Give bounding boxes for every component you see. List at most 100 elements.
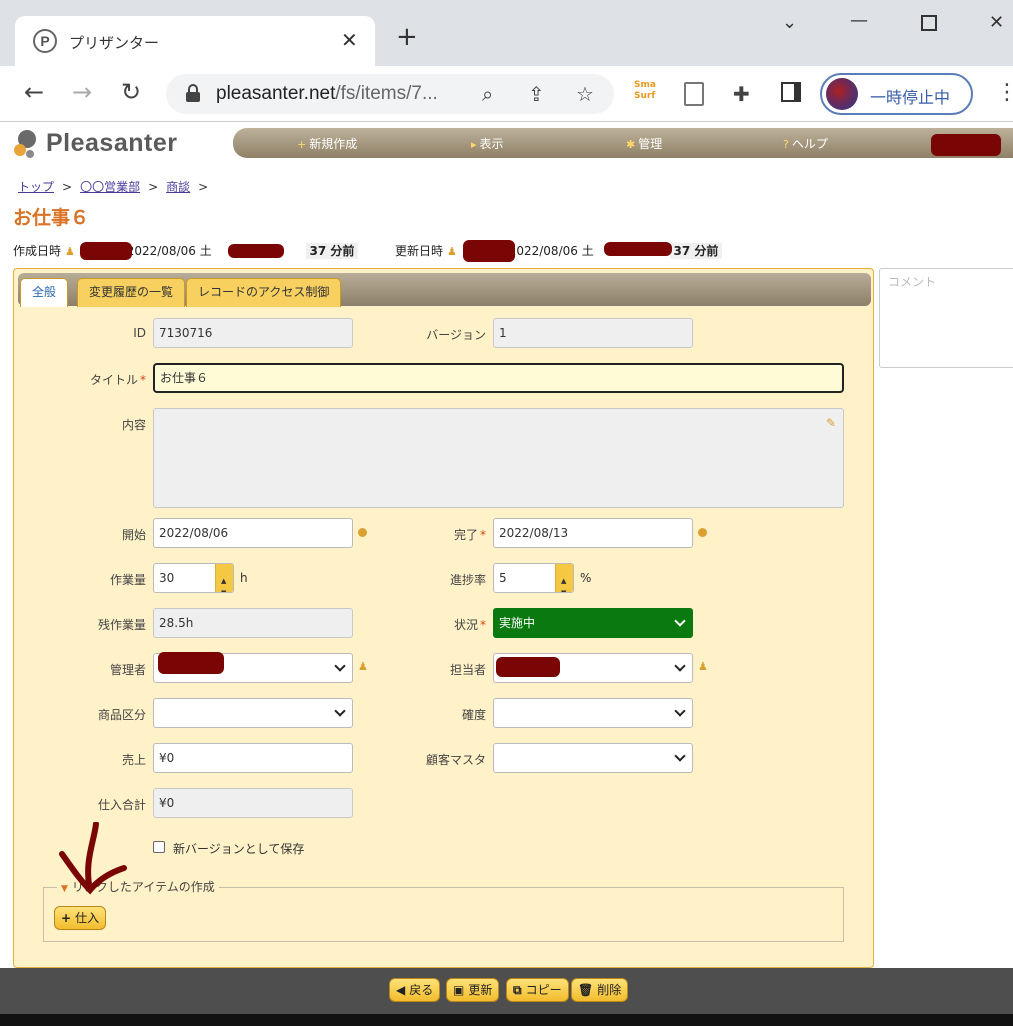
new-version-label[interactable]: 新バージョンとして保存 [173, 840, 304, 857]
work-value: 30 [159, 571, 175, 585]
clock-icon[interactable] [698, 528, 707, 537]
version-field: 1 [493, 318, 693, 348]
clock-icon[interactable] [358, 528, 367, 537]
work-spinner-icon[interactable]: ▲ ▼ [215, 564, 233, 592]
back-arrow-icon[interactable]: ← [24, 80, 44, 104]
created-info: 作成日時 ♟ 2022/08/06 土 37 分前 [13, 242, 359, 259]
certainty-label: 確度 [461, 708, 486, 722]
profile-avatar [826, 78, 858, 110]
zoom-icon[interactable]: ⌕ [482, 82, 493, 106]
notes-extension-icon[interactable] [684, 82, 704, 106]
extensions-puzzle-icon[interactable]: ✚ [733, 82, 757, 106]
breadcrumb-deals[interactable]: 商談 [166, 180, 190, 194]
redacted-updated-time [604, 242, 672, 256]
title-input[interactable]: お仕事６ [153, 363, 844, 393]
breadcrumb: トップ > 〇〇営業部 > 商談 > [18, 180, 209, 194]
user-icon[interactable]: ♟ [698, 660, 708, 673]
bookmark-star-icon[interactable]: ☆ [576, 82, 594, 106]
user-icon: ♟ [447, 245, 457, 258]
lock-icon [186, 84, 200, 102]
menu-view[interactable]: ▸ 表示 [471, 135, 504, 152]
progress-unit: % [580, 571, 592, 585]
plus-icon: + [61, 911, 72, 925]
status-label: 状況 * [453, 618, 486, 632]
remaining-field: 28.5h [153, 608, 353, 638]
redacted-owner [496, 657, 560, 677]
redacted-created-time [228, 244, 284, 258]
profile-pause-button[interactable]: 一時停止中 [820, 73, 973, 115]
tab-general[interactable]: 全般 [20, 278, 69, 307]
smasurf-extension-icon[interactable]: Sma Surf [634, 80, 662, 108]
main-menu: + 新規作成 ▸ 表示 ✱ 管理 ? ヘルプ [233, 128, 1013, 158]
sales-label: 売上 [121, 753, 146, 767]
chevron-down-icon [334, 660, 346, 672]
breadcrumb-top[interactable]: トップ [18, 180, 54, 194]
reload-icon[interactable]: ↻ [121, 80, 141, 104]
new-version-checkbox[interactable] [153, 841, 165, 853]
breadcrumb-department[interactable]: 〇〇営業部 [80, 180, 140, 194]
create-purchase-button[interactable]: + 仕入 [54, 906, 107, 930]
tab-search-chevron-icon[interactable]: ⌄ [782, 12, 797, 33]
body-textarea[interactable]: ✎ [153, 408, 844, 508]
close-tab-icon[interactable]: ✕ [341, 28, 358, 52]
linked-items-section [43, 887, 844, 942]
close-window-icon[interactable]: ✕ [989, 12, 1004, 33]
progress-stepper[interactable]: 5 ▲ ▼ [493, 563, 574, 593]
side-panel-icon[interactable] [781, 82, 801, 102]
tab-access-control[interactable]: レコードのアクセス制御 [186, 278, 342, 307]
edit-pencil-icon[interactable]: ✎ [826, 409, 836, 437]
browser-toolbar: ← → ↻ pleasanter.net/fs/items/7... ⌕ ⇪ ☆… [0, 66, 1013, 122]
menu-manage[interactable]: ✱ 管理 [626, 135, 662, 152]
purchase-field: ¥0 [153, 788, 353, 818]
progress-label: 進捗率 [449, 573, 486, 587]
tab-history[interactable]: 変更履歴の一覧 [77, 278, 186, 307]
work-unit: h [240, 571, 248, 585]
update-button[interactable]: ▣ 更新 [446, 978, 500, 1002]
back-button[interactable]: ◀ 戻る [389, 978, 441, 1002]
certainty-select[interactable] [493, 698, 693, 728]
progress-spinner-icon[interactable]: ▲ ▼ [555, 564, 573, 592]
start-date-input[interactable]: 2022/08/06 [153, 518, 353, 548]
status-select[interactable]: 実施中 [493, 608, 693, 638]
remaining-label: 残作業量 [97, 618, 146, 632]
menu-help[interactable]: ? ヘルプ [783, 135, 828, 152]
menu-new[interactable]: + 新規作成 [297, 135, 357, 152]
bottom-strip [0, 1014, 1013, 1026]
customer-select[interactable] [493, 743, 693, 773]
app-logo[interactable]: Pleasanter [46, 129, 177, 158]
forward-arrow-icon[interactable]: → [72, 80, 92, 104]
version-label: バージョン [426, 328, 486, 342]
browser-menu-icon[interactable]: ⋮ [996, 80, 1013, 105]
comment-textarea[interactable]: コメント [879, 268, 1013, 368]
chevron-down-icon [674, 660, 686, 672]
redacted-user-menu[interactable] [931, 134, 1001, 156]
category-label: 商品区分 [97, 708, 146, 722]
pleasanter-logo-icon [14, 130, 36, 158]
delete-button[interactable]: 🗑 削除 [571, 978, 629, 1002]
updated-info: 更新日時 ♟ 2022/08/06 土 37 分前 [395, 242, 723, 259]
minimize-icon[interactable]: — [850, 10, 868, 31]
work-stepper[interactable]: 30 ▲ ▼ [153, 563, 234, 593]
user-icon[interactable]: ♟ [358, 660, 368, 673]
sales-input[interactable]: ¥0 [153, 743, 353, 773]
redacted-creator [80, 242, 132, 260]
browser-tabstrip: P プリザンター ✕ + ⌄ — ✕ [0, 0, 1013, 66]
share-icon[interactable]: ⇪ [528, 82, 545, 106]
end-date-input[interactable]: 2022/08/13 [493, 518, 693, 548]
redacted-updater [463, 240, 515, 262]
new-tab-icon[interactable]: + [396, 24, 418, 50]
chevron-down-icon [674, 705, 686, 717]
editor-tabbar: 全般 変更履歴の一覧 レコードのアクセス制御 [18, 273, 871, 307]
copy-icon: ⧉ [513, 983, 522, 997]
chevron-down-icon [674, 615, 686, 627]
command-bar: ◀ 戻る ▣ 更新 ⧉ コピー 🗑 削除 [0, 968, 1013, 1014]
maximize-icon[interactable] [921, 15, 937, 31]
address-bar[interactable]: pleasanter.net/fs/items/7... ⌕ ⇪ ☆ [166, 74, 614, 114]
copy-button[interactable]: ⧉ コピー [506, 978, 569, 1002]
page-title: お仕事６ [13, 207, 90, 229]
status-value: 実施中 [499, 616, 536, 630]
browser-tab[interactable]: P プリザンター ✕ [15, 16, 375, 66]
chevron-down-icon [674, 750, 686, 762]
category-select[interactable] [153, 698, 353, 728]
start-label: 開始 [121, 528, 146, 542]
